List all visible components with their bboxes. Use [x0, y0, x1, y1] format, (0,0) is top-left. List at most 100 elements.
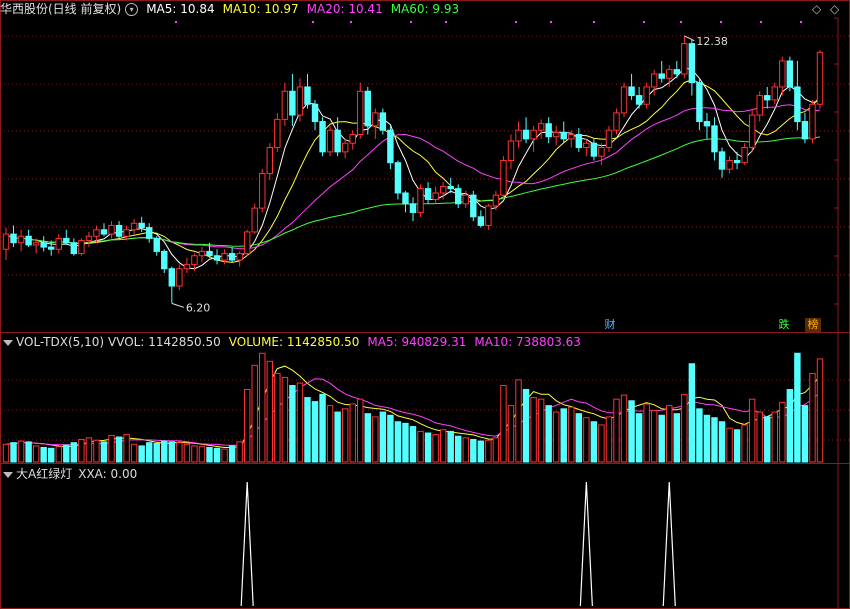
candle-body [341, 142, 349, 153]
candle-body [477, 216, 485, 226]
volume-bars [2, 352, 824, 463]
candle-body [462, 194, 469, 205]
volume-bar [809, 372, 816, 463]
list-marker[interactable]: 榜 [805, 318, 821, 332]
candle-body [402, 192, 409, 205]
volume-bar [613, 398, 620, 463]
volume-bar [243, 389, 251, 463]
high-price-label: 12.38 [696, 35, 728, 48]
signal-spike-1 [579, 481, 593, 607]
candle-body [334, 129, 341, 153]
event-dot-9 [680, 21, 682, 23]
candle-body [2, 233, 10, 250]
volume-bar [221, 448, 228, 463]
volume-bar [2, 443, 10, 463]
volume-bar [515, 379, 522, 463]
volume-bar [296, 382, 304, 463]
candle-body [711, 125, 718, 153]
volume-bar [650, 409, 658, 463]
candle-body [485, 205, 492, 226]
candle-body [259, 172, 266, 209]
volume-bar [213, 447, 221, 463]
settings-circle-icon[interactable]: ▾ [125, 3, 139, 16]
candle-body [93, 229, 100, 237]
candle-body [756, 95, 763, 116]
candle-body [801, 121, 809, 140]
volume-bar [93, 439, 100, 463]
low-price-label: 6.20 [186, 301, 211, 314]
candle-body [168, 268, 176, 287]
candle-body [311, 103, 319, 123]
candle-body [236, 253, 243, 261]
candle-body [100, 229, 108, 235]
volume-bar [779, 401, 786, 463]
volume-bar [635, 413, 643, 463]
dropdown-triangle-icon[interactable] [3, 471, 13, 478]
volume-bar [477, 440, 485, 463]
candle-body [326, 129, 334, 153]
volume-bar [266, 360, 274, 463]
volume-bar [10, 442, 17, 463]
volume-bar [357, 398, 364, 463]
candle-body [266, 147, 274, 174]
financial-report-marker[interactable]: 财 [602, 318, 618, 332]
candle-body [281, 90, 289, 120]
volume-bar [17, 440, 25, 463]
expand-icon[interactable]: ◇ [812, 2, 821, 16]
candle-body [666, 69, 673, 79]
candle-body [25, 235, 32, 246]
candle-body [733, 160, 741, 164]
candle-body [741, 147, 748, 164]
volume-bar [447, 430, 454, 463]
candle-body [658, 73, 665, 79]
candle-body [583, 142, 590, 149]
volume-bar [191, 445, 198, 463]
volume-bar [289, 384, 296, 463]
candle-body [522, 129, 530, 140]
volume-bar [311, 401, 319, 463]
candle-body [455, 188, 462, 205]
volume-bar [658, 414, 665, 463]
candle-body [191, 255, 198, 265]
volume-bar [274, 372, 281, 463]
volume-bar [130, 443, 138, 463]
candle-body [673, 69, 681, 75]
volume-bar [364, 413, 371, 463]
candle-body [726, 160, 733, 170]
volume-bar [281, 376, 289, 463]
candle-body [78, 240, 85, 255]
volume-bar [372, 416, 379, 463]
volume-bar [123, 434, 130, 463]
drop-marker[interactable]: 跌 [776, 318, 792, 332]
volume-bar [507, 405, 515, 463]
candle-body [32, 242, 40, 246]
volume-header: VOL-TDX(5,10) VVOL: 1142850.50 VOLUME: 114… [0, 333, 589, 351]
volume-bar [696, 408, 703, 463]
volume-bar [341, 408, 349, 463]
volume-bar [470, 438, 477, 463]
candle-body [748, 114, 756, 149]
volume-bar [236, 441, 243, 463]
volume-bar [432, 434, 439, 463]
candle-body [198, 250, 206, 257]
volume-bar [741, 424, 748, 463]
volume-bar [568, 406, 575, 463]
candle-body [628, 86, 635, 97]
candle-body [243, 231, 251, 255]
candle-body [161, 250, 168, 270]
volume-bar [387, 414, 394, 463]
volume-bar [530, 397, 537, 463]
low-pointer [171, 302, 184, 308]
volume-bar [334, 411, 341, 463]
signal-spike-0 [240, 481, 254, 607]
volume-bar [138, 445, 145, 463]
volume-bar [628, 400, 635, 463]
dropdown-triangle-icon[interactable] [3, 339, 13, 346]
candle-body [357, 90, 364, 136]
volume-label: VOLUME: 1142850.50 [228, 335, 360, 349]
candle-body [274, 118, 281, 149]
ma20-label: MA20: 10.41 [306, 2, 383, 16]
event-dot-7 [593, 21, 595, 23]
collapse-icon[interactable]: ◇ [830, 2, 839, 16]
volume-bar [379, 411, 387, 463]
